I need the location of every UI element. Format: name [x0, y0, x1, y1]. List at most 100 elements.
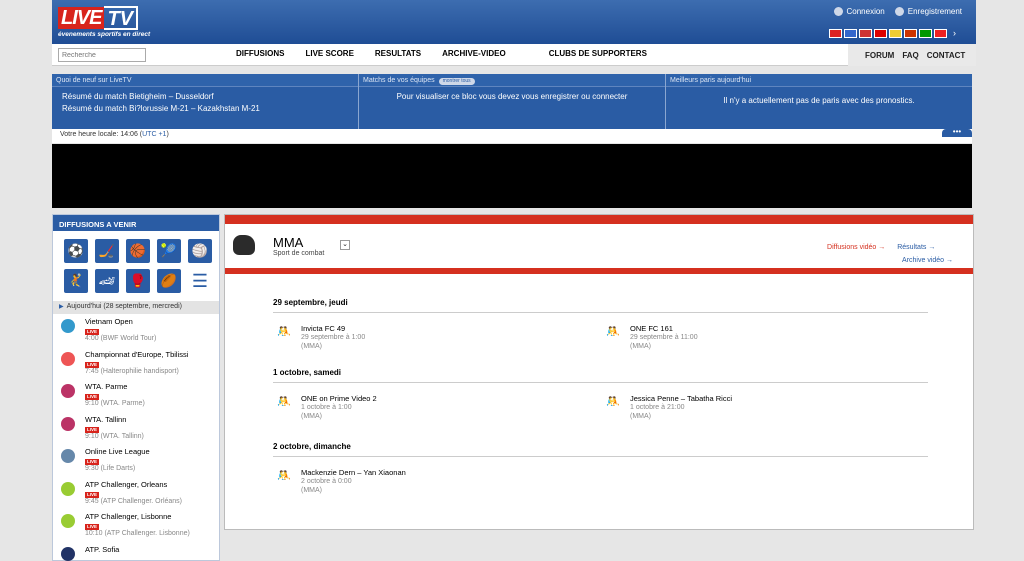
racing-icon[interactable]: 🏎: [95, 269, 119, 293]
banner-area: [52, 144, 972, 208]
flag-icon[interactable]: [829, 28, 842, 38]
game-item[interactable]: 🤼 Jessica Penne – Tabatha Ricci 1 octobre …: [606, 394, 732, 421]
flag-icon[interactable]: [934, 28, 947, 38]
results-link[interactable]: Résultats →: [897, 244, 935, 251]
more-sports-icon[interactable]: ☰: [188, 269, 212, 293]
fighters-icon: 🤼: [277, 326, 291, 338]
live-badge: LIVE: [85, 491, 100, 498]
archive-link[interactable]: Archive vidéo →: [902, 257, 953, 264]
chevron-down-icon[interactable]: ⌄: [340, 240, 350, 250]
flag-icon[interactable]: [874, 28, 887, 38]
fighters-icon: 🤼: [606, 326, 620, 338]
more-dots-button[interactable]: •••: [942, 128, 972, 137]
tagline: évenements sportifs en direct: [58, 31, 151, 38]
event-name[interactable]: Vietnam Open: [85, 317, 156, 326]
event-time: 9:10 (WTA. Parme): [85, 400, 145, 407]
hockey-icon[interactable]: 🏒: [95, 239, 119, 263]
language-flags: ›: [829, 28, 956, 38]
nav-right-item[interactable]: FORUM: [865, 51, 894, 60]
event-item[interactable]: Vietnam Open LIVE 4:00 (BWF World Tour): [53, 314, 219, 347]
volleyball-icon[interactable]: 🏐: [188, 239, 212, 263]
sport-icon: [61, 416, 75, 431]
day-header: 2 octobre, dimanche: [273, 442, 928, 457]
sport-icon: [61, 481, 75, 496]
timezone-link[interactable]: UTC +1: [142, 131, 166, 138]
event-item[interactable]: ATP Challenger, Lisbonne LIVE 10:10 (ATP C…: [53, 509, 219, 542]
game-date: 29 septembre à 1:00: [301, 334, 366, 341]
event-item[interactable]: ATP Challenger, Orleans LIVE 9:45 (ATP Cha…: [53, 477, 219, 510]
flag-icon[interactable]: [889, 28, 902, 38]
nav-item[interactable]: LIVE SCORE: [305, 49, 353, 58]
nav-item[interactable]: DIFFUSIONS: [236, 49, 284, 58]
event-item[interactable]: Championnat d'Europe, Tbilissi LIVE 7:45 (…: [53, 347, 219, 380]
game-name[interactable]: ONE on Prime Video 2: [301, 394, 377, 403]
game-item[interactable]: 🤼 ONE FC 161 29 septembre à 11:00 (MMA): [606, 324, 698, 351]
game-date: 2 octobre à 0:00: [301, 478, 352, 485]
nav-item[interactable]: CLUBS DE SUPPORTERS: [549, 49, 647, 58]
page: LIVE TV évenements sportifs en direct Con…: [52, 0, 976, 561]
basketball-icon[interactable]: 🏀: [126, 239, 150, 263]
game-item[interactable]: 🤼 ONE on Prime Video 21 octobre à 1:00 (MM…: [277, 394, 377, 421]
flag-icon[interactable]: [919, 28, 932, 38]
nav-item[interactable]: RESULTATS: [375, 49, 421, 58]
navbar: DIFFUSIONS LIVE SCORE RESULTATS ARCHIVE-VID…: [52, 44, 976, 66]
event-item[interactable]: ATP. Sofia: [53, 542, 219, 561]
header: LIVE TV évenements sportifs en direct Con…: [52, 0, 976, 44]
combat-icon[interactable]: 🥊: [126, 269, 150, 293]
teams-box: Matchs de vos équipes montrer tous Pour v…: [359, 74, 666, 129]
event-item[interactable]: WTA. Tallinn LIVE 9:10 (WTA. Tallinn): [53, 412, 219, 445]
register-link[interactable]: Enregistrement: [894, 7, 962, 16]
red-bar: [225, 268, 973, 274]
login-link[interactable]: Connexion: [833, 7, 885, 16]
flag-icon[interactable]: [844, 28, 857, 38]
chevron-right-icon[interactable]: ›: [953, 28, 956, 38]
sport-header: MMA ⌄ Sport de combat Diffusions vidéo →…: [225, 224, 973, 268]
live-badge: LIVE: [85, 426, 100, 433]
event-name[interactable]: Online Live League: [85, 447, 150, 456]
nav-item[interactable]: ARCHIVE-VIDEO: [442, 49, 506, 58]
football-icon[interactable]: ⚽: [64, 239, 88, 263]
sport-icon: [61, 384, 75, 398]
game-date: 29 septembre à 11:00: [630, 334, 698, 341]
user-icon: [833, 7, 843, 16]
day-header: 29 septembre, jeudi: [273, 298, 928, 313]
event-item[interactable]: WTA. Parme LIVE 9:10 (WTA. Parme): [53, 379, 219, 412]
event-name[interactable]: ATP Challenger, Lisbonne: [85, 512, 190, 521]
event-name[interactable]: ATP Challenger, Orleans: [85, 480, 182, 489]
live-badge: LIVE: [85, 361, 100, 368]
bets-box: Meilleurs paris aujourd'hui Il n'y a act…: [666, 74, 972, 129]
game-category: (MMA): [630, 413, 651, 420]
event-time: 4:00 (BWF World Tour): [85, 335, 157, 342]
game-name[interactable]: Mackenzie Dern – Yan Xiaonan: [301, 468, 406, 477]
video-link[interactable]: Diffusions vidéo →: [827, 244, 885, 251]
game-category: (MMA): [301, 413, 322, 420]
logo[interactable]: LIVE TV évenements sportifs en direct: [58, 6, 150, 38]
boxing-glove-icon: [233, 235, 255, 255]
game-name[interactable]: Invicta FC 49: [301, 324, 365, 333]
event-item[interactable]: Online Live League LIVE 9:30 (Life Darts): [53, 444, 219, 477]
flag-icon[interactable]: [904, 28, 917, 38]
rugby-icon[interactable]: 🏉: [157, 269, 181, 293]
event-name[interactable]: Championnat d'Europe, Tbilissi: [85, 350, 188, 359]
event-name[interactable]: WTA. Parme: [85, 382, 145, 391]
local-time-bar: Votre heure locale: 14:06 (UTC +1) •••: [52, 128, 972, 143]
nav-right-item[interactable]: CONTACT: [927, 51, 966, 60]
news-box: Quoi de neuf sur LiveTV Résumé du match …: [52, 74, 359, 129]
handball-icon[interactable]: 🤾: [64, 269, 88, 293]
game-name[interactable]: ONE FC 161: [630, 324, 698, 333]
tennis-icon[interactable]: 🎾: [157, 239, 181, 263]
nav-right-item[interactable]: FAQ: [902, 51, 918, 60]
game-name[interactable]: Jessica Penne – Tabatha Ricci: [630, 394, 732, 403]
show-all-button[interactable]: montrer tous: [438, 78, 475, 85]
game-item[interactable]: 🤼 Mackenzie Dern – Yan Xiaonan 2 octobre à…: [277, 468, 406, 495]
news-link[interactable]: Résumé du match Bietigheim – Dusseldorf: [62, 91, 348, 103]
flag-icon[interactable]: [859, 28, 872, 38]
game-category: (MMA): [301, 487, 322, 494]
news-link[interactable]: Résumé du match Bi?lorussie M-21 – Kazak…: [62, 103, 348, 115]
event-name[interactable]: ATP. Sofia: [85, 545, 119, 554]
event-name[interactable]: WTA. Tallinn: [85, 415, 144, 424]
search-input[interactable]: [58, 48, 146, 62]
sport-icon: [61, 319, 75, 333]
game-item[interactable]: 🤼 Invicta FC 49 29 septembre à 1:00 (MMA): [277, 324, 365, 351]
game-date: 1 octobre à 21:00: [630, 404, 685, 411]
